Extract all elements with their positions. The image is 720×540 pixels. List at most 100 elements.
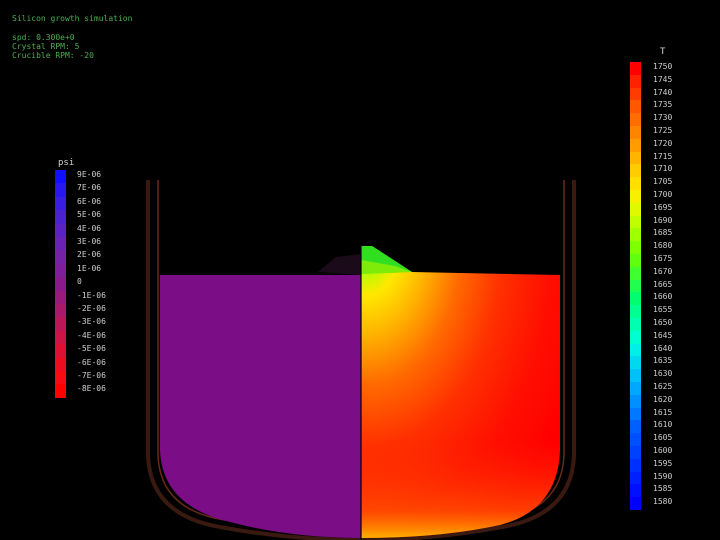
crucible-scene	[146, 180, 576, 540]
t_legend-label: 1730	[653, 113, 673, 123]
t_legend-label: 1720	[653, 138, 673, 148]
t_legend-swatch	[630, 458, 641, 473]
t_legend-label: 1595	[653, 458, 673, 468]
t_legend-label: 1590	[653, 471, 673, 481]
t_legend-swatch	[630, 471, 641, 485]
t_legend-label: 1685	[653, 228, 673, 238]
t_legend-label: 1735	[653, 100, 673, 110]
psi-field-region	[160, 275, 361, 538]
t_legend-swatch	[630, 74, 641, 89]
psi_legend-swatch	[55, 371, 66, 385]
t_legend-label: 1615	[653, 407, 673, 417]
t_legend-label: 1710	[653, 164, 673, 174]
temperature-field-region	[361, 246, 560, 538]
psi_legend-swatch	[55, 170, 66, 184]
t_legend-swatch	[630, 446, 641, 460]
t_legend-swatch	[630, 497, 641, 511]
t_legend-label: 1620	[653, 394, 673, 404]
t_legend-label: 1665	[653, 279, 673, 289]
t_legend-label: 1725	[653, 126, 673, 135]
t_legend-swatch	[630, 177, 641, 191]
psi_legend-swatch	[55, 384, 66, 399]
t_legend-label: 1650	[653, 318, 673, 327]
t_legend-label: 1640	[653, 343, 673, 353]
t_legend-swatch	[630, 190, 641, 204]
t_legend-label: 1745	[653, 74, 673, 84]
t_legend-swatch	[630, 382, 641, 396]
t_legend-swatch	[630, 330, 641, 345]
psi_legend-swatch	[55, 277, 66, 292]
psi_legend-label: -4E-06	[77, 330, 106, 340]
t_legend-label: 1625	[653, 382, 673, 391]
psi_legend-label: 7E-06	[77, 183, 102, 193]
psi_legend-label: -6E-06	[77, 357, 106, 367]
t_legend-label: 1630	[653, 369, 673, 379]
t_legend-swatch	[630, 100, 641, 114]
t_legend-swatch	[630, 241, 641, 255]
t_legend-label: 1635	[653, 356, 673, 366]
psi_legend-label: -5E-06	[77, 344, 106, 354]
psi_legend-label: -1E-06	[77, 290, 106, 300]
psi_legend-swatch	[55, 357, 66, 372]
t_legend-swatch	[630, 369, 641, 383]
t_legend-swatch	[630, 394, 641, 409]
t_legend-swatch	[630, 318, 641, 332]
t_legend-swatch	[630, 62, 641, 76]
t_legend-label: 1740	[653, 87, 673, 97]
t_legend-swatch	[630, 279, 641, 293]
psi_legend-label: -3E-06	[77, 317, 106, 327]
t_legend-swatch	[630, 305, 641, 319]
psi_legend-label: 9E-06	[77, 170, 102, 179]
t_legend-swatch	[630, 202, 641, 217]
psi_legend-swatch	[55, 210, 66, 225]
t_legend-swatch	[630, 228, 641, 242]
t_legend-label: 1605	[653, 433, 673, 443]
t_legend-swatch	[630, 433, 641, 447]
psi_legend-label: 1E-06	[77, 263, 102, 273]
psi-legend-title: psi	[58, 158, 75, 168]
t_legend-label: 1655	[653, 305, 673, 315]
t_legend-label: 1580	[653, 497, 673, 507]
psi_legend-label: -2E-06	[77, 304, 106, 313]
temperature-legend-title: T	[660, 47, 666, 57]
psi_legend-swatch	[55, 223, 66, 238]
t_legend-label: 1660	[653, 292, 673, 302]
t_legend-swatch	[630, 292, 641, 306]
psi_legend-label: 4E-06	[77, 223, 102, 233]
psi_legend-swatch	[55, 183, 66, 198]
t_legend-swatch	[630, 87, 641, 101]
t_legend-swatch	[630, 138, 641, 153]
psi_legend-label: 0	[77, 277, 82, 287]
t_legend-label: 1675	[653, 254, 673, 263]
t_legend-swatch	[630, 343, 641, 357]
psi_legend-swatch	[55, 344, 66, 359]
t_legend-swatch	[630, 254, 641, 268]
t_legend-label: 1700	[653, 190, 673, 199]
t_legend-swatch	[630, 356, 641, 370]
t_legend-label: 1645	[653, 330, 673, 340]
psi_legend-swatch	[55, 263, 66, 278]
t_legend-swatch	[630, 164, 641, 178]
t_legend-swatch	[630, 215, 641, 229]
psi_legend-swatch	[55, 317, 66, 332]
t_legend-swatch	[630, 420, 641, 434]
psi_legend-swatch	[55, 196, 66, 211]
t_legend-label: 1715	[653, 151, 673, 161]
psi_legend-swatch	[55, 330, 66, 345]
t_legend-label: 1705	[653, 177, 673, 187]
psi_legend-swatch	[55, 290, 66, 305]
t_legend-swatch	[630, 407, 641, 421]
t_legend-label: 1600	[653, 446, 673, 455]
psi_legend-label: -7E-06	[77, 371, 106, 380]
t_legend-label: 1670	[653, 266, 673, 276]
t_legend-label: 1585	[653, 484, 673, 494]
psi_legend-label: 5E-06	[77, 210, 102, 220]
psi_legend-label: -8E-06	[77, 384, 106, 394]
psi_legend-swatch	[55, 250, 66, 265]
psi_legend-label: 2E-06	[77, 250, 102, 260]
t_legend-swatch	[630, 484, 641, 498]
t_legend-label: 1680	[653, 241, 673, 251]
t_legend-swatch	[630, 126, 641, 140]
t_legend-label: 1690	[653, 215, 673, 225]
psi_legend-swatch	[55, 304, 66, 318]
